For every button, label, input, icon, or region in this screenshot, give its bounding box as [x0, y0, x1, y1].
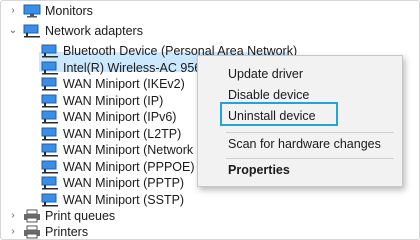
network-adapter-icon	[41, 176, 59, 190]
network-adapter-icon	[41, 193, 59, 207]
network-adapter-icon	[23, 24, 41, 38]
menu-separator	[226, 132, 394, 133]
chevron-down-icon[interactable]: ⌄	[8, 26, 18, 36]
menu-separator	[226, 158, 394, 159]
network-adapter-icon	[41, 44, 59, 58]
chevron-right-icon[interactable]: ›	[8, 6, 18, 16]
tree-item-monitors[interactable]: › Monitors	[1, 1, 419, 21]
menu-item-label: Update driver	[228, 67, 304, 81]
network-adapter-icon	[41, 160, 59, 174]
printer-icon	[23, 225, 41, 239]
network-adapter-icon	[41, 110, 59, 124]
menu-item-label: Properties	[228, 163, 290, 177]
tree-item-network-adapters[interactable]: ⌄ Network adapters	[1, 21, 419, 41]
chevron-right-icon[interactable]: ›	[8, 211, 18, 221]
device-manager-tree: › Monitors ⌄ Network adapters Bluetooth …	[0, 0, 420, 240]
chevron-right-icon[interactable]: ›	[8, 227, 18, 237]
network-adapter-icon	[41, 143, 59, 157]
network-adapter-icon	[41, 77, 59, 91]
network-adapter-icon	[41, 127, 59, 141]
tree-item-label: Monitors	[45, 4, 93, 18]
menu-item-label: Scan for hardware changes	[228, 137, 381, 151]
network-adapter-icon	[41, 94, 59, 108]
printer-icon	[23, 209, 41, 223]
tree-item-printers[interactable]: › Printers	[1, 222, 419, 239]
monitor-icon	[23, 4, 41, 18]
tree-item-label: Network adapters	[45, 24, 143, 38]
menu-item-update-driver[interactable]: Update driver	[198, 64, 402, 84]
tree-item-label: Printers	[45, 225, 89, 239]
menu-item-scan-hardware[interactable]: Scan for hardware changes	[198, 134, 402, 154]
uninstall-highlight-outline	[220, 102, 338, 126]
network-adapter-icon	[41, 61, 59, 75]
menu-item-properties[interactable]: Properties	[198, 160, 402, 180]
context-menu: Update driver Disable device Uninstall d…	[197, 55, 403, 187]
